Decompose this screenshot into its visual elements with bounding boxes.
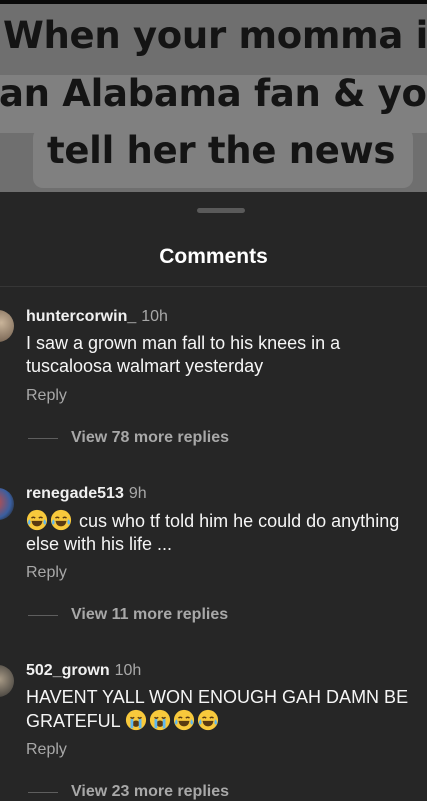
- comment-text: HAVENT YALL WON ENOUGH GAH DAMN BE GRATE…: [26, 686, 421, 733]
- drag-handle[interactable]: [197, 208, 245, 213]
- comment-text: cus who tf told him he could do anything…: [26, 509, 421, 556]
- replies-divider: [28, 792, 58, 793]
- view-more-replies-button[interactable]: View 78 more replies: [71, 429, 229, 447]
- header-divider: [0, 286, 427, 287]
- loudly-crying-emoji: [125, 709, 147, 731]
- avatar[interactable]: [0, 488, 14, 520]
- view-more-replies-button[interactable]: View 11 more replies: [71, 606, 228, 624]
- sheet-title: Comments: [159, 245, 268, 268]
- avatar[interactable]: [0, 665, 14, 697]
- comment-time: 10h: [114, 662, 142, 679]
- comment-time: 10h: [141, 308, 168, 325]
- status-bar-strip: [0, 0, 427, 4]
- post-caption-line-3: tell her the news: [47, 129, 396, 172]
- replies-divider: [28, 438, 58, 439]
- comment-username[interactable]: huntercorwin_: [26, 308, 136, 325]
- laughing-tears-emoji: [50, 509, 72, 531]
- view-more-replies-button[interactable]: View 23 more replies: [71, 783, 229, 801]
- comment-header: huntercorwin_ 10h: [26, 308, 168, 326]
- post-caption-line-1: When your momma is: [3, 14, 427, 57]
- reply-button[interactable]: Reply: [26, 564, 67, 582]
- comment-time: 9h: [128, 485, 147, 502]
- comment-header: renegade513 9h: [26, 485, 147, 503]
- comment-text: I saw a grown man fall to his knees in a…: [26, 332, 421, 378]
- comments-sheet: Comments huntercorwin_ 10h I saw a grown …: [0, 192, 427, 800]
- comment-username[interactable]: renegade513: [26, 485, 124, 502]
- comment-body: cus who tf told him he could do anything…: [26, 511, 400, 554]
- loudly-crying-emoji: [149, 709, 171, 731]
- comment-body: I saw a grown man fall to his knees in a…: [26, 333, 341, 376]
- post-caption-line-2: an Alabama fan & you: [0, 72, 427, 115]
- reply-button[interactable]: Reply: [26, 741, 67, 759]
- comment-header: 502_grown 10h: [26, 662, 141, 680]
- comment-username[interactable]: 502_grown: [26, 662, 110, 679]
- avatar[interactable]: [0, 310, 14, 342]
- laughing-tears-emoji: [26, 509, 48, 531]
- reply-button[interactable]: Reply: [26, 387, 67, 405]
- laughing-tears-emoji: [197, 709, 219, 731]
- post-preview: When your momma is an Alabama fan & you …: [0, 0, 427, 192]
- replies-divider: [28, 615, 58, 616]
- laughing-tears-emoji: [173, 709, 195, 731]
